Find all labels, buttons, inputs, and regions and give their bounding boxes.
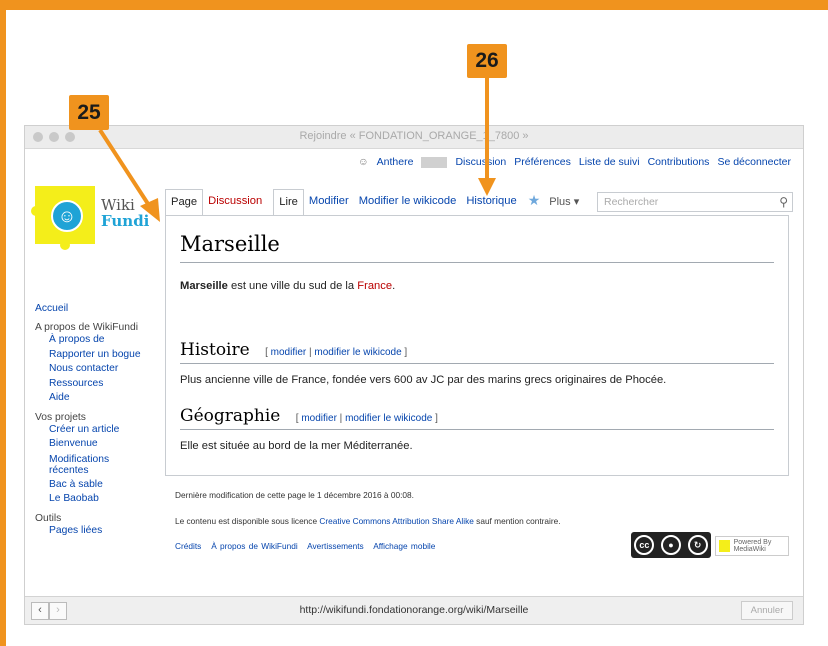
tab-page[interactable]: Page <box>165 189 204 217</box>
sidebar-item[interactable]: Pages liées <box>35 524 155 539</box>
sa-icon: ↻ <box>687 535 708 555</box>
page-title: Marseille <box>180 232 280 256</box>
sidebar-item[interactable]: À propos de <box>35 333 155 348</box>
license-suffix: sauf mention contraire. <box>473 516 561 526</box>
sidebar-item[interactable]: Bienvenue <box>35 437 155 452</box>
intro-paragraph: Marseille est une ville du sud de la Fra… <box>180 280 395 292</box>
cc-license-badge[interactable]: cc ● ↻ <box>631 532 711 558</box>
sidebar-heading-about: A propos de WikiFundi <box>35 322 139 333</box>
star-icon[interactable]: ★ <box>522 189 546 215</box>
title-divider <box>180 262 774 263</box>
search-input[interactable]: Rechercher ⚲ <box>597 192 793 212</box>
watchlist-link[interactable]: Liste de suivi <box>579 156 640 168</box>
callout-badge-25: 25 <box>69 95 109 130</box>
contributions-link[interactable]: Contributions <box>648 156 710 168</box>
tab-history[interactable]: Historique <box>461 189 521 215</box>
section-edit-source-link[interactable]: modifier le wikicode <box>345 413 432 424</box>
footer-link-disclaimers[interactable]: Avertissements <box>307 541 364 551</box>
section-text: Plus ancienne ville de France, fondée ve… <box>180 374 667 386</box>
sidebar-heading-projects: Vos projets <box>35 411 86 423</box>
status-bar: ‹ › http://wikifundi.fondationorange.org… <box>25 596 803 624</box>
sidebar-item[interactable]: Modifications récentes <box>35 452 139 478</box>
sidebar-item[interactable]: Bac à sable <box>35 478 155 493</box>
sidebar-item-home[interactable]: Accueil <box>35 302 155 316</box>
search-icon[interactable]: ⚲ <box>779 195 788 209</box>
footer-license: Le contenu est disponible sous licence C… <box>175 516 561 526</box>
tab-edit[interactable]: Modifier <box>304 189 354 215</box>
sidebar-item[interactable]: Le Baobab <box>35 492 155 507</box>
status-url: http://wikifundi.fondationorange.org/wik… <box>299 604 529 616</box>
tab-discussion[interactable]: Discussion <box>203 189 267 215</box>
section-edit-links: [ modifier | modifier le wikicode ] <box>265 347 407 358</box>
edit-bracket: ] <box>432 413 438 424</box>
section-heading-geographie: Géographie [ modifier | modifier le wiki… <box>180 406 438 426</box>
personal-tools: ☺ Anthere Discussion Préférences Liste d… <box>358 156 791 168</box>
article-content: Marseille Marseille est une ville du sud… <box>165 215 789 476</box>
sidebar-item[interactable]: Ressources <box>35 377 155 392</box>
section-edit-link[interactable]: modifier <box>271 347 307 358</box>
sidebar-item[interactable]: Rapporter un bogue <box>35 348 155 363</box>
footer-last-modified: Dernière modification de cette page le 1… <box>175 490 414 500</box>
more-menu[interactable]: Plus ▾ <box>545 189 583 215</box>
section-heading-text: Histoire <box>180 340 250 360</box>
section-heading-histoire: Histoire [ modifier | modifier le wikico… <box>180 340 407 360</box>
by-icon: ● <box>660 535 681 555</box>
sidebar-item[interactable]: Nous contacter <box>35 362 155 377</box>
page-tabs: Page Discussion Lire Modifier Modifier l… <box>165 189 583 217</box>
intro-bold: Marseille <box>180 280 228 292</box>
cc-icon: cc <box>634 535 655 555</box>
sidebar-item[interactable]: Créer un article <box>35 423 155 438</box>
orange-frame-left <box>0 0 6 646</box>
footer-links: Crédits À propos de WikiFundi Avertissem… <box>175 541 435 551</box>
intro-text: est une ville du sud de la <box>227 280 358 292</box>
license-link[interactable]: Creative Commons Attribution Share Alike <box>319 516 474 526</box>
search-placeholder: Rechercher <box>604 196 659 208</box>
tab-read[interactable]: Lire <box>273 189 304 217</box>
footer-link-mobile[interactable]: Affichage mobile <box>373 541 435 551</box>
sidebar-item[interactable]: Aide <box>35 391 155 406</box>
logout-link[interactable]: Se déconnecter <box>717 156 791 168</box>
callout-badge-26: 26 <box>467 44 507 78</box>
edit-bracket: ] <box>401 347 408 358</box>
section-edit-source-link[interactable]: modifier le wikicode <box>314 347 401 358</box>
user-link[interactable]: Anthere <box>377 156 414 168</box>
cancel-button[interactable]: Annuler <box>741 601 793 620</box>
sidebar-heading-tools: Outils <box>35 512 62 524</box>
logo-fundi-text: Fundi <box>101 212 150 230</box>
intro-end: . <box>392 280 396 292</box>
license-prefix: Le contenu est disponible sous licence <box>175 516 320 526</box>
tab-edit-source[interactable]: Modifier le wikicode <box>354 189 462 215</box>
mediawiki-badge[interactable]: Powered By MediaWiki <box>715 536 789 556</box>
wikifundi-logo[interactable]: ☺ Wiki Fundi <box>31 176 153 250</box>
section-divider <box>180 429 774 430</box>
edit-separator: | <box>336 413 346 424</box>
section-edit-links: [ modifier | modifier le wikicode ] <box>296 413 438 424</box>
notification-badge[interactable] <box>421 156 448 168</box>
mediawiki-icon <box>719 540 730 552</box>
user-icon: ☺ <box>357 156 369 168</box>
title-bar: Rejoindre « FONDATION_ORANGE_1_7800 » <box>25 126 803 149</box>
logo-emblem-icon: ☺ <box>51 200 83 232</box>
personal-discussion-link[interactable]: Discussion <box>455 156 506 168</box>
footer-link-about[interactable]: À propos de WikiFundi <box>211 541 297 551</box>
footer-link-credits[interactable]: Crédits <box>175 541 201 551</box>
browser-window: Rejoindre « FONDATION_ORANGE_1_7800 » ☺ … <box>24 125 804 625</box>
section-divider <box>180 363 774 364</box>
section-edit-link[interactable]: modifier <box>301 413 337 424</box>
orange-frame-top <box>0 0 828 10</box>
france-link[interactable]: France <box>357 280 392 292</box>
logo-puzzle-knob <box>31 206 41 216</box>
mediawiki-text: Powered By MediaWiki <box>733 539 772 553</box>
window-title: Rejoindre « FONDATION_ORANGE_1_7800 » <box>299 130 529 142</box>
sidebar: Accueil A propos de WikiFundi À propos d… <box>35 302 155 538</box>
logo-puzzle-knob <box>60 240 70 250</box>
section-heading-text: Géographie <box>180 406 281 426</box>
section-text: Elle est située au bord de la mer Médite… <box>180 440 413 452</box>
preferences-link[interactable]: Préférences <box>514 156 571 168</box>
